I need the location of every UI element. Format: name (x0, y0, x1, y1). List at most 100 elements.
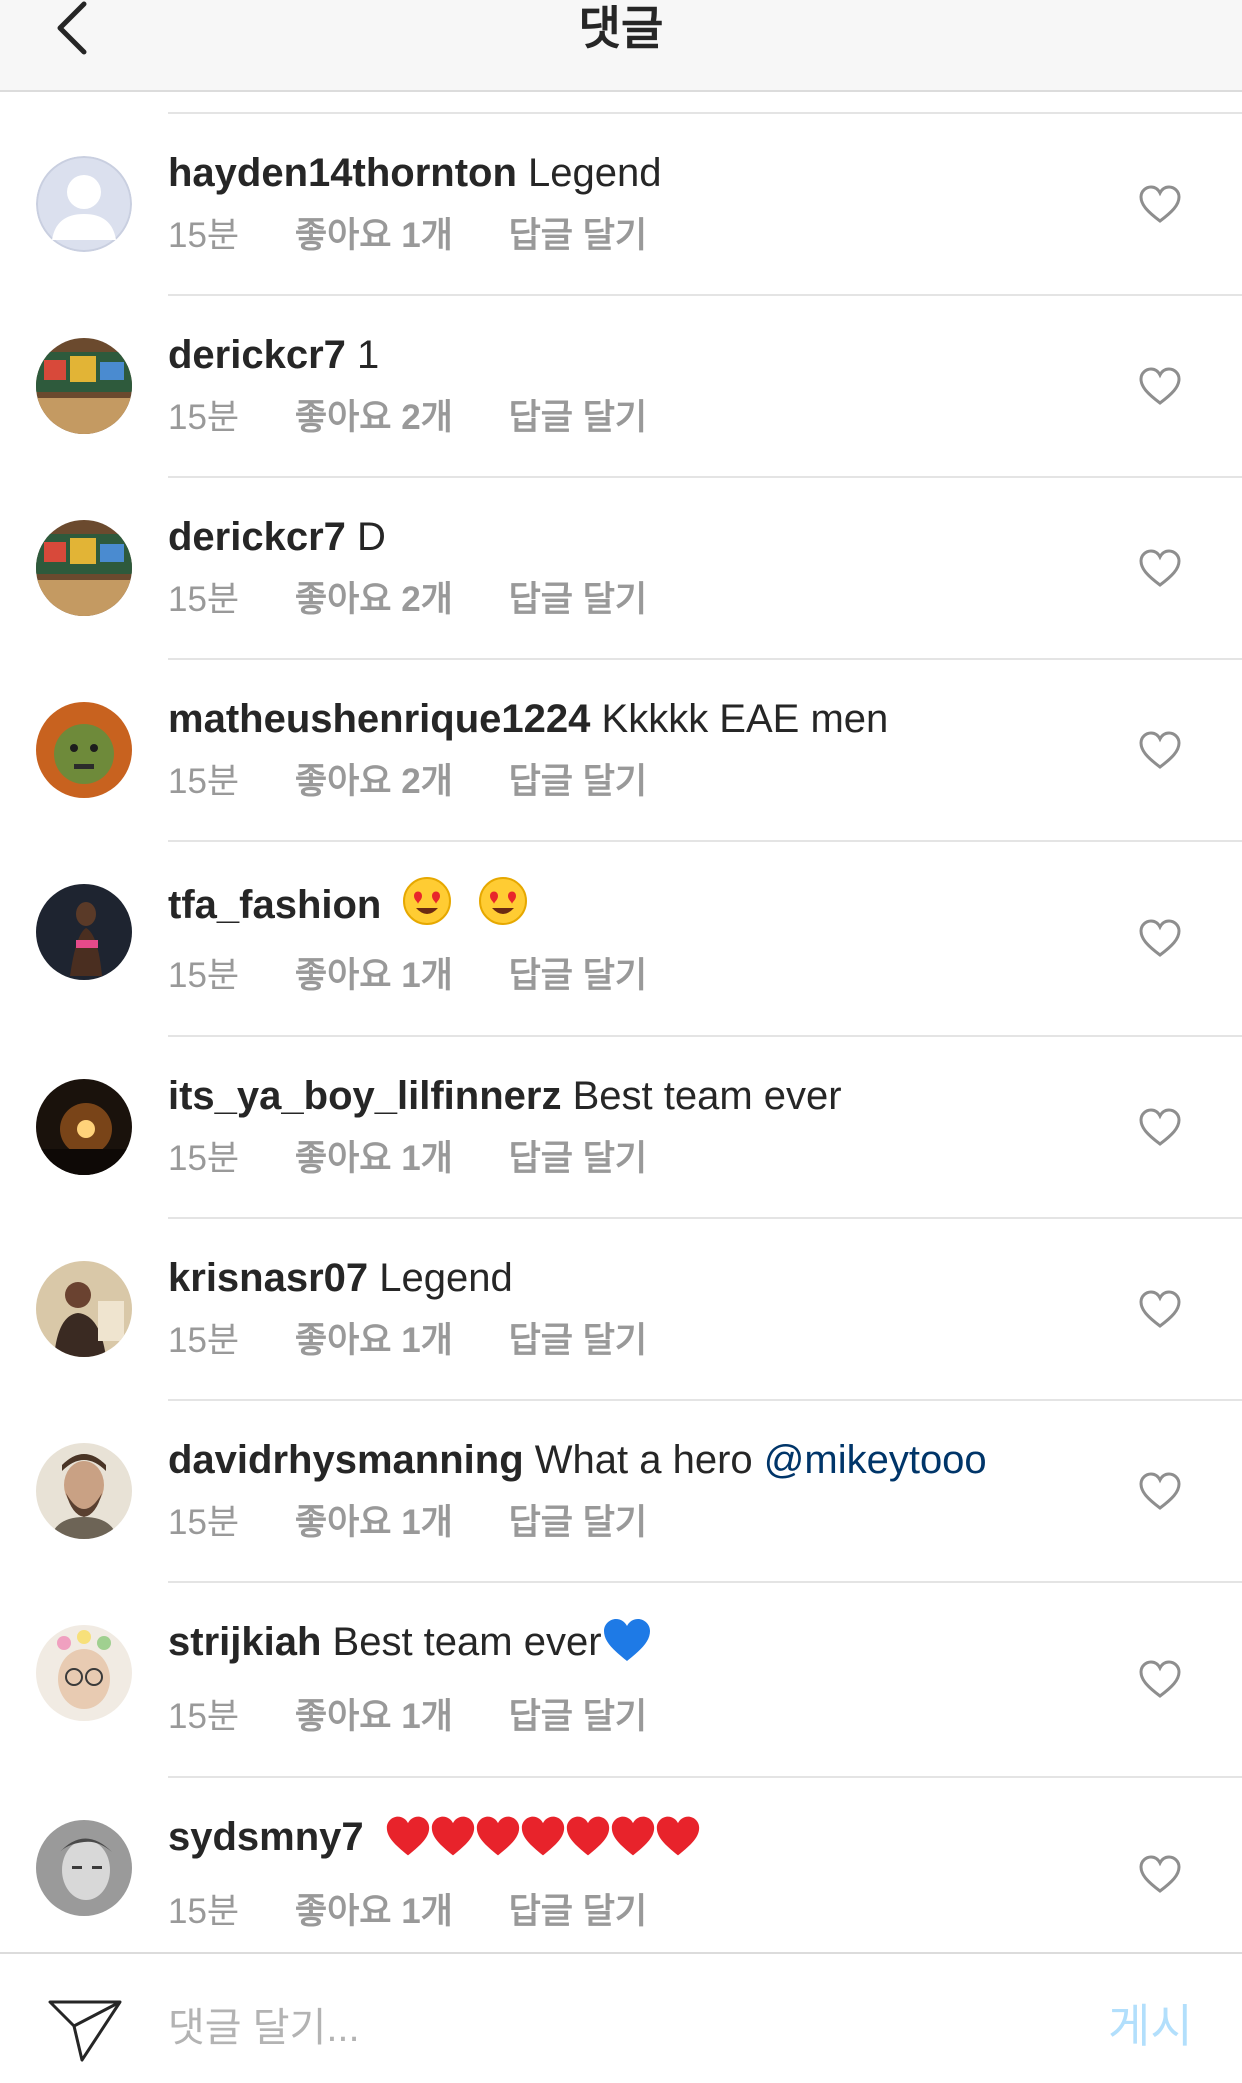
page-title: 댓글 (578, 2, 664, 54)
red-heart-emoji-icon (565, 1814, 611, 1870)
likes-count[interactable]: 좋아요 1개 (295, 1697, 453, 1736)
comment-row: hayden14thornton Legend 15분 좋아요 1개 답글 달기 (0, 114, 1242, 296)
comment-line: sydsmny7 (168, 1812, 701, 1870)
reply-button[interactable]: 답글 달기 (509, 1503, 648, 1542)
avatar[interactable] (36, 156, 132, 252)
timestamp: 15분 (168, 580, 240, 619)
comment-text: D (357, 515, 386, 559)
graffiti-avatar-image (36, 338, 132, 434)
likes-count[interactable]: 좋아요 2개 (295, 762, 453, 801)
comment-text: Legend (528, 151, 662, 195)
comment-line: derickcr7 1 (168, 330, 379, 380)
avatar[interactable] (36, 1079, 132, 1175)
like-button[interactable] (1138, 1854, 1182, 1894)
reply-button[interactable]: 답글 달기 (509, 1139, 648, 1178)
mention-link[interactable]: @mikeytooo (764, 1438, 987, 1482)
comment-meta: 15분 좋아요 1개 답글 달기 (168, 1890, 693, 1934)
red-heart-emoji-icon (520, 1814, 566, 1870)
reply-button[interactable]: 답글 달기 (509, 956, 648, 995)
comment-input[interactable] (168, 1998, 1068, 2058)
comment-line: davidrhysmanning What a hero @mikeytooo (168, 1435, 987, 1485)
comment-line: matheushenrique1224 Kkkkk EAE men (168, 694, 888, 744)
heart-outline-icon (1139, 1108, 1181, 1146)
comment-meta: 15분 좋아요 2개 답글 달기 (168, 578, 693, 622)
comment-line: tfa_fashion (168, 876, 528, 938)
timestamp: 15분 (168, 1697, 240, 1736)
like-button[interactable] (1138, 184, 1182, 224)
red-heart-emoji-icon (475, 1814, 521, 1870)
comment-list[interactable]: hayden14thornton Legend 15분 좋아요 1개 답글 달기 (0, 114, 1242, 1973)
reply-button[interactable]: 답글 달기 (509, 1321, 648, 1360)
comment-row: tfa_fashion 15분 좋아요 1개 답글 달기 (0, 842, 1242, 1037)
username[interactable]: derickcr7 (168, 515, 346, 559)
likes-count[interactable]: 좋아요 1개 (295, 216, 453, 255)
username[interactable]: sydsmny7 (168, 1815, 364, 1859)
likes-count[interactable]: 좋아요 2개 (295, 580, 453, 619)
username[interactable]: derickcr7 (168, 333, 346, 377)
heart-outline-icon (1139, 731, 1181, 769)
heart-outline-icon (1139, 1290, 1181, 1328)
comment-line: strijkiah Best team ever (168, 1617, 652, 1675)
likes-count[interactable]: 좋아요 1개 (295, 1321, 453, 1360)
username[interactable]: hayden14thornton (168, 151, 517, 195)
like-button[interactable] (1138, 1289, 1182, 1329)
username[interactable]: davidrhysmanning (168, 1438, 524, 1482)
comment-text: Best team ever (332, 1620, 602, 1664)
username[interactable]: its_ya_boy_lilfinnerz (168, 1074, 561, 1118)
like-button[interactable] (1138, 730, 1182, 770)
comment-meta: 15분 좋아요 1개 답글 달기 (168, 1501, 693, 1545)
avatar[interactable] (36, 338, 132, 434)
comment-row: sydsmny7 15분 좋아요 1개 답글 달기 (0, 1778, 1242, 1973)
post-button[interactable]: 게시 (1108, 1996, 1193, 2056)
red-heart-emoji-icon (430, 1814, 476, 1870)
like-button[interactable] (1138, 1107, 1182, 1147)
like-button[interactable] (1138, 1471, 1182, 1511)
timestamp: 15분 (168, 216, 240, 255)
comment-meta: 15분 좋아요 1개 답글 달기 (168, 1695, 693, 1739)
comment-row: its_ya_boy_lilfinnerz Best team ever 15분… (0, 1037, 1242, 1219)
avatar[interactable] (36, 1625, 132, 1721)
avatar[interactable] (36, 1820, 132, 1916)
like-button[interactable] (1138, 366, 1182, 406)
likes-count[interactable]: 좋아요 1개 (295, 1139, 453, 1178)
comment-meta: 15분 좋아요 1개 답글 달기 (168, 1319, 693, 1363)
avatar[interactable] (36, 1261, 132, 1357)
timestamp: 15분 (168, 956, 240, 995)
reply-button[interactable]: 답글 달기 (509, 580, 648, 619)
timestamp: 15분 (168, 762, 240, 801)
heart-outline-icon (1139, 549, 1181, 587)
direct-message-button[interactable] (48, 1996, 122, 2062)
reply-button[interactable]: 답글 달기 (509, 398, 648, 437)
reply-button[interactable]: 답글 달기 (509, 216, 648, 255)
username[interactable]: krisnasr07 (168, 1256, 368, 1300)
avatar[interactable] (36, 702, 132, 798)
comment-text: 1 (357, 333, 380, 377)
comment-text: What a hero (534, 1438, 753, 1482)
like-button[interactable] (1138, 918, 1182, 958)
like-button[interactable] (1138, 1659, 1182, 1699)
heart-outline-icon (1139, 1472, 1181, 1510)
reply-button[interactable]: 답글 달기 (509, 1697, 648, 1736)
username[interactable]: matheushenrique1224 (168, 697, 590, 741)
avatar[interactable] (36, 520, 132, 616)
bw-portrait-avatar-image (36, 1820, 132, 1916)
comment-meta: 15분 좋아요 1개 답글 달기 (168, 214, 693, 258)
reply-button[interactable]: 답글 달기 (509, 1892, 648, 1931)
avatar[interactable] (36, 884, 132, 980)
likes-count[interactable]: 좋아요 1개 (295, 1892, 453, 1931)
username[interactable]: strijkiah (168, 1620, 321, 1664)
blue-heart-emoji-icon (602, 1617, 652, 1675)
header-bar: 댓글 (0, 0, 1242, 92)
avatar[interactable] (36, 1443, 132, 1539)
likes-count[interactable]: 좋아요 2개 (295, 398, 453, 437)
fashion-avatar-image (36, 884, 132, 980)
heart-eyes-emoji-icon (478, 876, 528, 938)
like-button[interactable] (1138, 548, 1182, 588)
comment-row: davidrhysmanning What a hero @mikeytooo … (0, 1401, 1242, 1583)
likes-count[interactable]: 좋아요 1개 (295, 956, 453, 995)
comment-meta: 15분 좋아요 2개 답글 달기 (168, 396, 693, 440)
username[interactable]: tfa_fashion (168, 883, 381, 927)
likes-count[interactable]: 좋아요 1개 (295, 1503, 453, 1542)
heart-outline-icon (1139, 1660, 1181, 1698)
reply-button[interactable]: 답글 달기 (509, 762, 648, 801)
